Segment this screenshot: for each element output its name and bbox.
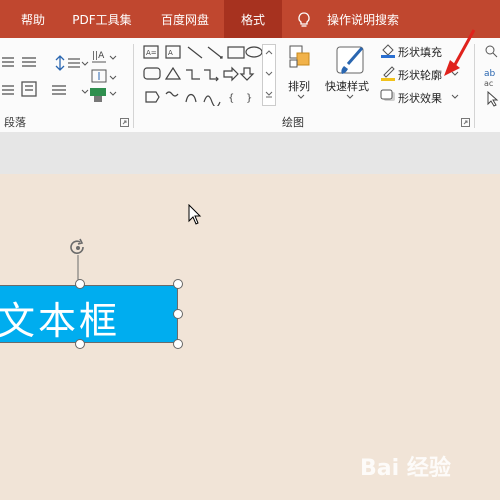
shape-fill-button[interactable]: 形状填充 bbox=[398, 44, 442, 60]
svg-text:{: { bbox=[228, 93, 234, 104]
svg-text:ab: ab bbox=[484, 69, 496, 79]
text-box-text[interactable]: 文本框 bbox=[0, 290, 120, 345]
wordart-group-partial-icons[interactable]: ab ac bbox=[482, 42, 500, 108]
paragraph-group-label: 段落 bbox=[4, 116, 26, 129]
watermark-text: Bai 经验 bbox=[360, 456, 451, 481]
group-separator bbox=[133, 44, 134, 128]
paragraph-group-icons[interactable]: ||A bbox=[0, 46, 130, 112]
arrange-icon bbox=[289, 45, 310, 68]
svg-text:}: } bbox=[246, 93, 252, 104]
slide-area-band bbox=[0, 132, 500, 174]
shape-outline-button[interactable]: 形状轮廓 bbox=[398, 67, 442, 83]
drawing-dialog-launcher-icon[interactable] bbox=[461, 118, 470, 127]
tab-format[interactable]: 格式 bbox=[224, 0, 282, 38]
annotation-arrow-icon bbox=[444, 29, 476, 76]
quick-styles-dropdown-icon[interactable] bbox=[346, 94, 354, 100]
resize-handle-top-right[interactable] bbox=[173, 279, 183, 289]
shapes-gallery-scroll[interactable] bbox=[262, 44, 276, 106]
tab-help[interactable]: 帮助 bbox=[10, 0, 56, 38]
shape-effects-dropdown-icon[interactable] bbox=[451, 94, 459, 100]
mouse-cursor-icon bbox=[188, 204, 202, 225]
quick-styles-icon bbox=[336, 46, 364, 74]
paragraph-dialog-launcher-icon[interactable] bbox=[120, 118, 129, 127]
svg-text:||A: ||A bbox=[92, 51, 105, 61]
lightbulb-icon bbox=[298, 12, 310, 27]
svg-text:A: A bbox=[168, 49, 173, 57]
baidu-jingyan-watermark: Bai 经验 bbox=[360, 450, 490, 490]
shape-effects-icon bbox=[380, 89, 395, 101]
tab-baidu-netdisk[interactable]: 百度网盘 bbox=[148, 0, 222, 38]
quick-styles-button[interactable]: 快速样式 bbox=[325, 78, 369, 94]
resize-handle-right[interactable] bbox=[173, 309, 183, 319]
drawing-group-label: 绘图 bbox=[282, 116, 304, 129]
resize-handle-top[interactable] bbox=[75, 279, 85, 289]
shapes-gallery[interactable]: A= A { } bbox=[142, 44, 278, 106]
tab-pdf-tools[interactable]: PDF工具集 bbox=[62, 0, 142, 38]
shape-effects-button[interactable]: 形状效果 bbox=[398, 90, 442, 106]
selected-text-box[interactable]: 文本框 bbox=[0, 285, 178, 343]
ribbon-tab-bar: 帮助 PDF工具集 百度网盘 格式 操作说明搜索 bbox=[0, 0, 500, 38]
arrange-button[interactable]: 排列 bbox=[288, 78, 310, 94]
resize-handle-bottom-right[interactable] bbox=[173, 339, 183, 349]
arrange-dropdown-icon[interactable] bbox=[297, 94, 305, 100]
resize-handle-bottom[interactable] bbox=[75, 339, 85, 349]
tell-me-search[interactable]: 操作说明搜索 bbox=[320, 0, 406, 38]
shape-fill-icon bbox=[381, 44, 395, 58]
svg-text:ac: ac bbox=[484, 79, 493, 88]
svg-text:A=: A= bbox=[146, 49, 157, 57]
shape-outline-icon bbox=[381, 66, 395, 81]
